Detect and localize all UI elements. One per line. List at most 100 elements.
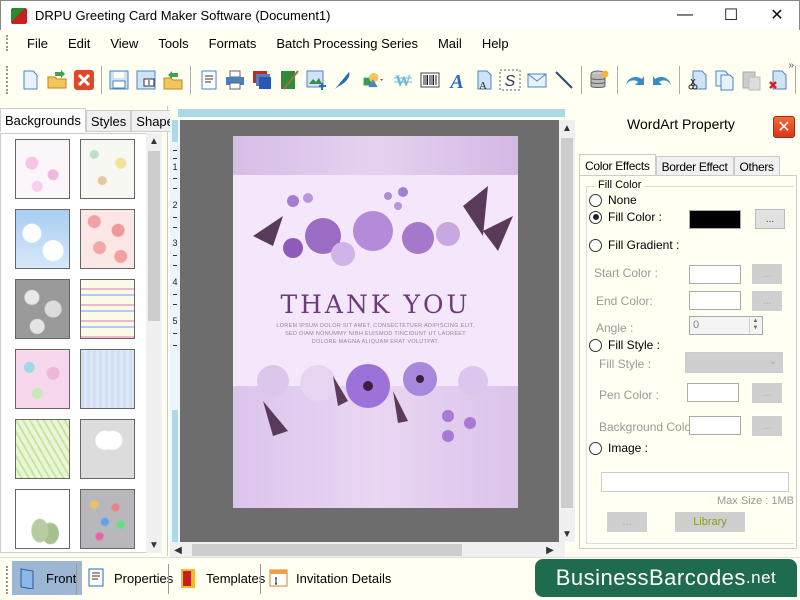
thumbnail-colorful-sparkles[interactable] — [80, 489, 135, 549]
thumbnail-white-heart[interactable] — [80, 419, 135, 479]
bottom-grip[interactable] — [6, 566, 9, 594]
greeting-card[interactable]: THANK YOU LOREM IPSUM DOLOR SIT AMET, CO… — [233, 136, 518, 508]
menu-mail[interactable]: Mail — [428, 36, 472, 51]
option-fill-gradient[interactable]: Fill Gradient : — [589, 238, 679, 252]
properties-button[interactable] — [197, 67, 221, 93]
menu-batch-processing[interactable]: Batch Processing Series — [266, 36, 428, 51]
image-path-input[interactable] — [601, 472, 789, 492]
close-document-button[interactable] — [72, 67, 96, 93]
toolbar-overflow-button[interactable]: » — [788, 60, 794, 71]
minimize-button[interactable]: — — [662, 0, 708, 30]
canvas-vertical-scrollbar[interactable]: ▲ ▼ — [559, 120, 575, 542]
line-button[interactable] — [552, 67, 576, 93]
shapes-button[interactable] — [357, 67, 388, 93]
option-image[interactable]: Image : — [589, 441, 648, 455]
watermark-s-icon: S — [499, 69, 521, 91]
scroll-up-icon[interactable]: ▲ — [559, 120, 575, 136]
scrollbar-thumb[interactable] — [561, 138, 573, 508]
fill-color-picker-button[interactable]: ... — [755, 209, 785, 229]
radio-fill-color[interactable] — [589, 210, 602, 224]
scroll-down-icon[interactable]: ▼ — [146, 537, 162, 553]
thumbnail-blue-snowflakes[interactable] — [80, 349, 135, 409]
radio-image[interactable] — [589, 441, 602, 455]
tab-styles[interactable]: Styles — [85, 110, 132, 132]
library-button: Library — [675, 512, 745, 532]
thumbnail-green-hearts-ornament[interactable] — [15, 489, 70, 549]
tab-color-effects[interactable]: Color Effects — [579, 154, 656, 176]
bottom-flowers-image[interactable] — [233, 361, 518, 471]
thumbnail-strawberries[interactable] — [80, 209, 135, 269]
wordart-button[interactable]: W — [391, 67, 415, 93]
thumbnail-pastel-flowers[interactable] — [15, 349, 70, 409]
thumbnail-baby-pink-doodles[interactable] — [15, 139, 70, 199]
canvas-horizontal-scrollbar[interactable]: ◀ ▶ — [170, 542, 565, 558]
close-panel-button[interactable]: ✕ — [773, 116, 795, 138]
redo-button[interactable] — [650, 67, 674, 93]
delete-button[interactable] — [766, 67, 790, 93]
scrollbar-thumb[interactable] — [148, 151, 160, 321]
radio-fill-gradient[interactable] — [589, 238, 602, 252]
tab-backgrounds[interactable]: Backgrounds — [0, 108, 86, 132]
paste-button[interactable] — [739, 67, 763, 93]
menu-file[interactable]: File — [17, 36, 58, 51]
tab-properties[interactable]: Properties — [80, 561, 179, 595]
option-fill-color[interactable]: Fill Color : — [589, 210, 662, 224]
menu-view[interactable]: View — [100, 36, 148, 51]
thumbnail-pastel-bunting[interactable] — [80, 279, 135, 339]
open-button[interactable] — [45, 67, 69, 93]
tab-templates[interactable]: Templates — [172, 561, 271, 595]
print-button[interactable] — [223, 67, 247, 93]
scroll-down-icon[interactable]: ▼ — [559, 526, 575, 542]
insert-image-button[interactable] — [304, 67, 328, 93]
scroll-right-icon[interactable]: ▶ — [542, 542, 558, 558]
copy-button[interactable] — [712, 67, 736, 93]
email-button[interactable] — [525, 67, 549, 93]
property-tabs: Color Effects Border Effect Others — [579, 154, 780, 176]
card-heading[interactable]: THANK YOU — [233, 290, 518, 319]
new-button[interactable] — [18, 67, 42, 93]
toolbar-grip[interactable] — [6, 66, 9, 94]
thumbnail-grey-petals[interactable] — [15, 279, 70, 339]
end-color-picker-button: ... — [752, 291, 782, 311]
maximize-button[interactable]: ☐ — [708, 0, 754, 30]
text-button[interactable]: A — [445, 67, 469, 93]
undo-button[interactable] — [623, 67, 647, 93]
thumbnails-scrollbar[interactable]: ▲ ▼ — [146, 133, 162, 553]
tab-others[interactable]: Others — [733, 156, 780, 176]
export-button[interactable] — [161, 67, 185, 93]
tab-invitation-details[interactable]: Invitation Details — [262, 561, 397, 595]
top-flowers-image[interactable] — [233, 176, 518, 271]
save-button[interactable] — [108, 67, 132, 93]
close-window-button[interactable]: ✕ — [754, 0, 800, 30]
barcode-button[interactable] — [418, 67, 442, 93]
tab-label: Properties — [114, 570, 174, 586]
signature-button[interactable] — [330, 67, 354, 93]
thumbnail-blue-sky-clouds[interactable] — [15, 209, 70, 269]
thumbnail-baby-pastel-doodles[interactable] — [80, 139, 135, 199]
option-none[interactable]: None — [589, 193, 637, 207]
card-body-text[interactable]: LOREM IPSUM DOLOR SIT AMET, CONSECTETUER… — [233, 322, 518, 346]
menu-tools[interactable]: Tools — [148, 36, 198, 51]
menu-edit[interactable]: Edit — [58, 36, 100, 51]
menu-help[interactable]: Help — [472, 36, 519, 51]
layers-button[interactable] — [250, 67, 274, 93]
tab-border-effect[interactable]: Border Effect — [655, 156, 734, 176]
option-label: Fill Style : — [608, 338, 661, 352]
scroll-left-icon[interactable]: ◀ — [170, 542, 186, 558]
text-file-button[interactable]: A — [472, 67, 496, 93]
background-button[interactable] — [277, 67, 301, 93]
radio-none[interactable] — [589, 193, 602, 207]
cut-button[interactable] — [686, 67, 710, 93]
thumbnail-green-trees[interactable] — [15, 419, 70, 479]
menu-grip[interactable] — [6, 35, 9, 51]
radio-fill-style[interactable] — [589, 338, 602, 352]
menu-formats[interactable]: Formats — [199, 36, 267, 51]
watermark-button[interactable]: S — [498, 67, 522, 93]
option-fill-style[interactable]: Fill Style : — [589, 338, 660, 352]
fill-color-swatch[interactable] — [689, 210, 741, 229]
scroll-up-icon[interactable]: ▲ — [146, 133, 162, 149]
tab-front[interactable]: Front — [12, 561, 83, 595]
database-button[interactable] — [587, 67, 611, 93]
save-as-button[interactable] — [134, 67, 158, 93]
scrollbar-thumb[interactable] — [192, 544, 462, 556]
